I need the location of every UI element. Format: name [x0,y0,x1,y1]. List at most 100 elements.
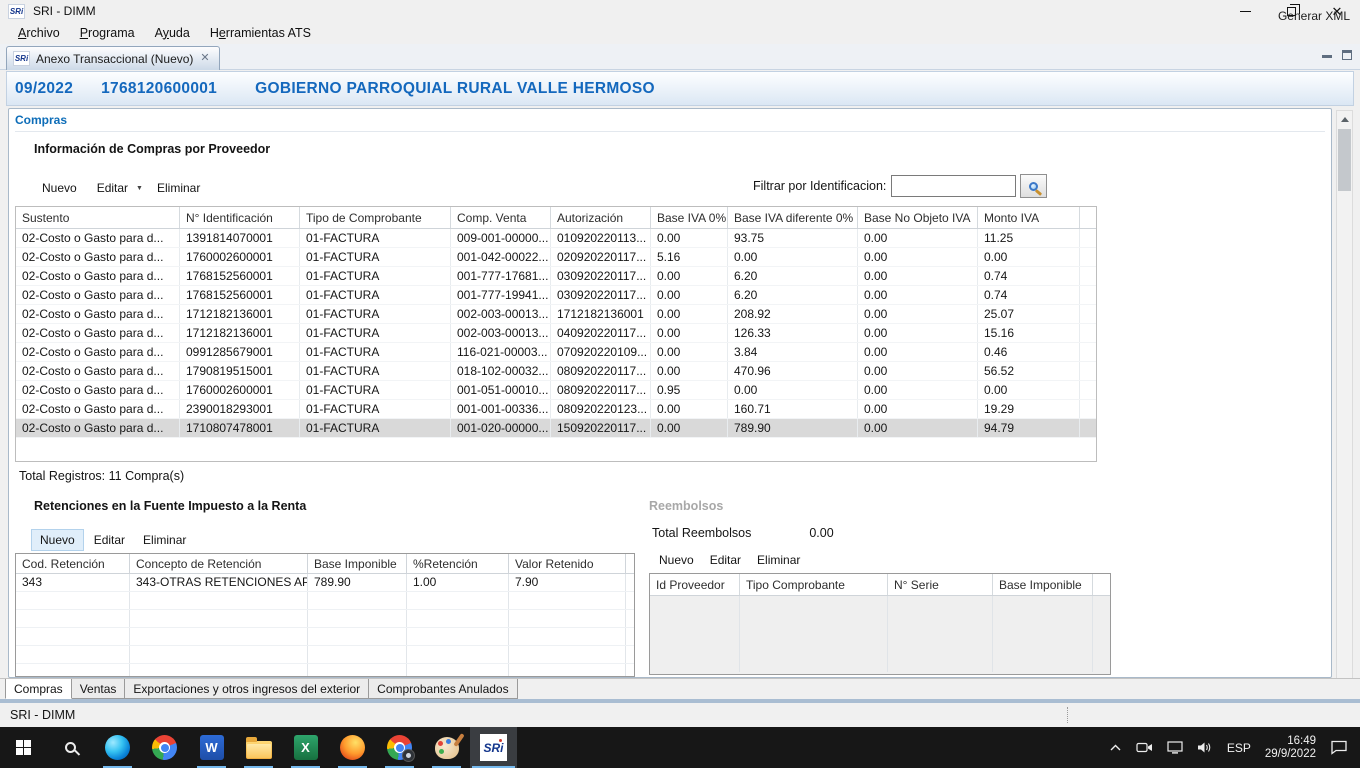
menu-item-programa[interactable]: Programa [70,24,145,43]
table-cell: 001-042-00022... [451,248,551,266]
menu-item-ayuda[interactable]: Ayuda [145,24,200,43]
volume-icon[interactable] [1197,741,1213,754]
word-taskbar-icon[interactable]: W [188,727,235,768]
table-row[interactable]: 02-Costo o Gasto para d...17681525600010… [16,286,1096,305]
table-cell: 0.00 [858,324,978,342]
column-header[interactable]: Concepto de Retención [130,554,308,573]
network-icon[interactable] [1167,741,1183,754]
column-header[interactable]: Valor Retenido [509,554,626,573]
eliminar-button[interactable]: Eliminar [149,178,208,198]
view-maximize-icon[interactable] [1342,50,1352,60]
retenciones-nuevo-button[interactable]: Nuevo [31,529,84,551]
table-cell: 018-102-00032... [451,362,551,380]
table-cell: 0.00 [858,400,978,418]
vertical-scrollbar[interactable] [1336,110,1353,700]
minimize-button[interactable] [1222,0,1268,22]
filter-search-button[interactable] [1020,174,1047,198]
chrome-taskbar-icon[interactable] [141,727,188,768]
empty-cell-filler [626,592,634,609]
table-cell: 0.74 [978,267,1080,285]
table-cell: 470.96 [728,362,858,380]
table-row[interactable]: 02-Costo o Gasto para d...17681525600010… [16,267,1096,286]
view-minimize-icon[interactable] [1322,50,1332,58]
tray-time: 16:49 [1287,735,1316,747]
table-cell: 01-FACTURA [300,381,451,399]
paint-taskbar-icon[interactable] [423,727,470,768]
column-header[interactable]: Base Imponible [993,574,1093,595]
column-header[interactable]: Tipo Comprobante [740,574,888,595]
bottom-tab-compras[interactable]: Compras [5,679,72,699]
menu-item-archivo[interactable]: Archivo [8,24,70,43]
tab-logo-icon: SRi [13,51,30,66]
table-row[interactable]: 02-Costo o Gasto para d...17108074780010… [16,419,1096,438]
empty-cell [650,596,740,615]
edge-taskbar-icon[interactable] [94,727,141,768]
table-row[interactable]: 02-Costo o Gasto para d...17121821360010… [16,324,1096,343]
column-header[interactable]: N° Identificación [180,207,300,228]
retenciones-editar-button[interactable]: Editar [86,530,133,550]
table-row[interactable]: 02-Costo o Gasto para d...17121821360010… [16,305,1096,324]
reembolsos-nuevo-button[interactable]: Nuevo [652,551,701,569]
column-header[interactable]: Base Imponible [308,554,407,573]
table-row[interactable]: 343343-OTRAS RETENCIONES AP...789.901.00… [16,574,634,592]
column-header[interactable]: Autorización [551,207,651,228]
view-tab-strip: SRi Anexo Transaccional (Nuevo) ✕ [0,44,1360,70]
tab-close-icon[interactable]: ✕ [199,53,210,64]
column-header[interactable]: Sustento [16,207,180,228]
file-explorer-taskbar-icon[interactable] [235,727,282,768]
column-header[interactable]: Cod. Retención [16,554,130,573]
empty-row [16,592,634,610]
table-row[interactable]: 02-Costo o Gasto para d...17600026000010… [16,248,1096,267]
language-indicator[interactable]: ESP [1227,741,1251,755]
bottom-tab-comprobantes[interactable]: Comprobantes Anulados [369,679,517,699]
generar-xml-button[interactable]: Generar XML [1278,9,1350,23]
empty-cell [888,634,993,653]
bottom-tab-ventas[interactable]: Ventas [72,679,126,699]
table-cell: 01-FACTURA [300,362,451,380]
column-header[interactable]: Comp. Venta [451,207,551,228]
reembolsos-editar-button[interactable]: Editar [703,551,748,569]
scrollbar-thumb[interactable] [1338,129,1351,191]
excel-taskbar-icon[interactable]: X [282,727,329,768]
table-row[interactable]: 02-Costo o Gasto para d...23900182930010… [16,400,1096,419]
editar-dropdown-icon[interactable]: ▼ [136,185,143,192]
table-header-row: Id ProveedorTipo ComprobanteN° SerieBase… [650,574,1110,596]
nuevo-button[interactable]: Nuevo [34,178,85,198]
column-header[interactable]: %Retención [407,554,509,573]
clock[interactable]: 16:49 29/9/2022 [1265,735,1316,761]
table-row[interactable]: 02-Costo o Gasto para d...09912856790010… [16,343,1096,362]
empty-cell-filler [1093,615,1110,634]
column-header[interactable]: Id Proveedor [650,574,740,595]
column-header[interactable]: Base IVA 0% [651,207,728,228]
meet-now-icon[interactable] [1136,741,1153,754]
tab-anexo-transaccional[interactable]: SRi Anexo Transaccional (Nuevo) ✕ [6,46,220,70]
column-header[interactable]: Tipo de Comprobante [300,207,451,228]
empty-cell-filler [1093,596,1110,615]
table-row[interactable]: 02-Costo o Gasto para d...17600026000010… [16,381,1096,400]
chevron-up-icon[interactable] [1109,743,1122,752]
start-taskbar-icon[interactable] [0,727,47,768]
table-cell: 19.29 [978,400,1080,418]
bottom-tab-exportaciones[interactable]: Exportaciones y otros ingresos del exter… [125,679,369,699]
table-cell: 030920220117... [551,267,651,285]
column-header[interactable]: Monto IVA [978,207,1080,228]
sri-dimm-taskbar-icon[interactable]: SRi [470,727,517,768]
notification-icon[interactable] [1330,740,1348,755]
chrome-icon [152,735,177,760]
empty-row [16,628,634,646]
filter-input[interactable] [891,175,1016,197]
firefox-taskbar-icon[interactable] [329,727,376,768]
chrome-capture-taskbar-icon[interactable] [376,727,423,768]
reembolsos-eliminar-button[interactable]: Eliminar [750,551,807,569]
column-header[interactable]: N° Serie [888,574,993,595]
editar-button[interactable]: Editar [89,178,136,198]
table-row[interactable]: 02-Costo o Gasto para d...13918140700010… [16,229,1096,248]
retenciones-eliminar-button[interactable]: Eliminar [135,530,194,550]
start-icon [16,740,31,755]
column-header[interactable]: Base No Objeto IVA [858,207,978,228]
menu-item-herramientas-ats[interactable]: Herramientas ATS [200,24,321,43]
scroll-up-button[interactable] [1337,111,1352,127]
search-taskbar-icon[interactable] [47,727,94,768]
table-row[interactable]: 02-Costo o Gasto para d...17908195150010… [16,362,1096,381]
column-header[interactable]: Base IVA diferente 0% [728,207,858,228]
